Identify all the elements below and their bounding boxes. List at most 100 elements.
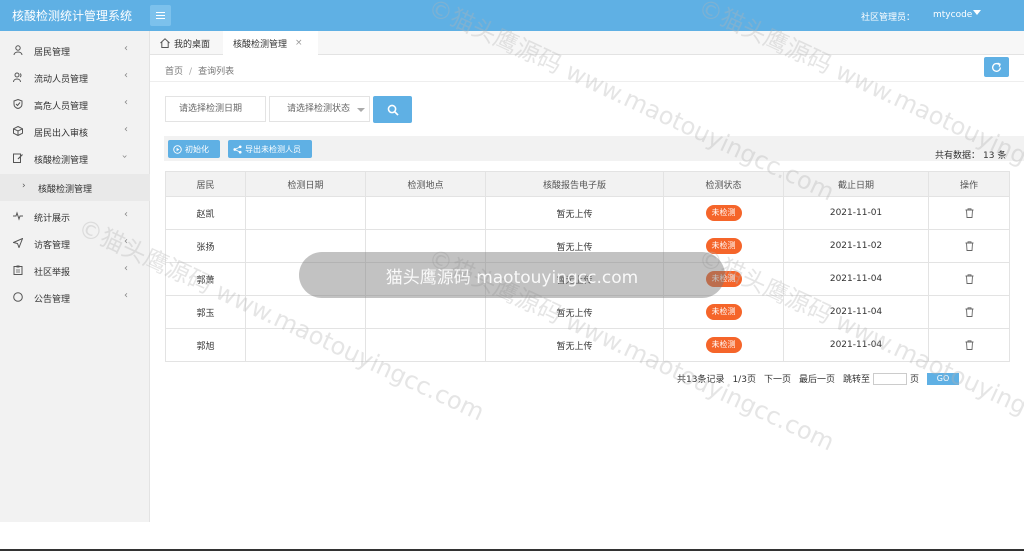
tab-home-label: 我的桌面 bbox=[174, 39, 211, 50]
test-date-input[interactable]: 请选择检测日期 bbox=[165, 96, 266, 122]
pagination: 共13条记录 1/3页 下一页 最后一页 跳转至 页 GO bbox=[677, 372, 967, 385]
chevron-left-icon: ‹ bbox=[124, 290, 128, 301]
chevron-left-icon: ‹ bbox=[124, 97, 128, 108]
trash-icon[interactable] bbox=[965, 274, 974, 284]
sidebar-item-label: 居民出入审核 bbox=[34, 129, 89, 139]
pager-last[interactable]: 最后一页 bbox=[799, 372, 835, 385]
total-label: 共有数据： bbox=[935, 151, 981, 161]
go-button[interactable]: GO bbox=[927, 372, 960, 385]
trash-icon[interactable] bbox=[965, 208, 974, 218]
sidebar-item-label: 居民管理 bbox=[34, 48, 71, 58]
sidebar-item-notices[interactable]: 公告管理 ‹ bbox=[0, 284, 150, 311]
sidebar-item-statistics[interactable]: 统计展示 ‹ bbox=[0, 203, 150, 230]
sidebar-item-residents[interactable]: 居民管理 ‹ bbox=[0, 37, 150, 64]
chevron-left-icon: ‹ bbox=[124, 263, 128, 274]
action-toolbar: 初始化 导出未检测人员 bbox=[164, 136, 1024, 161]
table-row: 赵凯 暂无上传 未检测 2021-11-01 bbox=[165, 196, 1010, 230]
cell-status: 未检测 bbox=[663, 196, 784, 230]
init-button[interactable]: 初始化 bbox=[168, 140, 220, 158]
cell-deadline: 2021-11-02 bbox=[783, 229, 929, 263]
cell-deadline: 2021-11-04 bbox=[783, 328, 929, 362]
top-bar: 核酸检测统计管理系统 社区管理员： mtycode bbox=[0, 0, 1024, 31]
cell-resident: 赵凯 bbox=[165, 196, 246, 230]
chevron-down-icon: ‹ bbox=[119, 154, 131, 159]
close-icon[interactable]: × bbox=[295, 38, 303, 48]
edit-icon bbox=[13, 153, 23, 163]
user-role-label: 社区管理员： bbox=[861, 13, 916, 23]
pager-records: 共13条记录 bbox=[677, 375, 725, 385]
pager-page-unit: 页 bbox=[910, 375, 920, 385]
tab-nucleic[interactable]: 核酸检测管理 × bbox=[223, 31, 318, 55]
sidebar-item-nucleic[interactable]: 核酸检测管理 ‹ bbox=[0, 145, 150, 172]
menu-toggle-button[interactable] bbox=[150, 5, 171, 26]
column-header: 检测地点 bbox=[365, 171, 486, 197]
cell-actions bbox=[928, 328, 1010, 362]
total-value: 13 bbox=[983, 151, 995, 161]
sidebar-item-label: 公告管理 bbox=[34, 295, 71, 305]
user-menu[interactable]: mtycode bbox=[933, 10, 972, 20]
cell-resident: 张扬 bbox=[165, 229, 246, 263]
home-icon bbox=[160, 38, 170, 48]
test-status-select[interactable]: 请选择检测状态 bbox=[269, 96, 370, 122]
tab-nucleic-label: 核酸检测管理 bbox=[233, 39, 288, 50]
tab-home[interactable]: 我的桌面 bbox=[150, 31, 222, 55]
trash-icon[interactable] bbox=[965, 241, 974, 251]
breadcrumb-separator: / bbox=[189, 67, 193, 77]
sidebar-subitem-nucleic[interactable]: › 核酸检测管理 bbox=[0, 174, 150, 201]
cell-resident: 郭玉 bbox=[165, 295, 246, 329]
share-icon bbox=[233, 144, 242, 154]
chevron-left-icon: ‹ bbox=[124, 209, 128, 220]
cell-location bbox=[365, 196, 486, 230]
cell-location bbox=[365, 328, 486, 362]
refresh-button[interactable] bbox=[984, 57, 1009, 77]
table-header-row: 居民 检测日期 检测地点 核酸报告电子版 检测状态 截止日期 操作 bbox=[165, 171, 1010, 197]
sidebar-item-label: 核酸检测管理 bbox=[34, 156, 89, 166]
cell-report: 暂无上传 bbox=[485, 328, 664, 362]
sidebar: 居民管理 ‹ 流动人员管理 ‹ 高危人员管理 ‹ 居民出入审核 ‹ 核酸检测管理… bbox=[0, 31, 150, 522]
caret-down-icon[interactable] bbox=[973, 10, 981, 15]
caret-down-icon bbox=[357, 108, 365, 112]
breadcrumb-current: 查询列表 bbox=[198, 67, 235, 77]
cell-status: 未检测 bbox=[663, 295, 784, 329]
cell-resident: 郭旭 bbox=[165, 328, 246, 362]
total-unit: 条 bbox=[997, 151, 1007, 161]
cell-actions bbox=[928, 196, 1010, 230]
sidebar-item-visitors[interactable]: 访客管理 ‹ bbox=[0, 230, 150, 257]
cell-actions bbox=[928, 295, 1010, 329]
cell-status: 未检测 bbox=[663, 328, 784, 362]
table-row: 郭玉 暂无上传 未检测 2021-11-04 bbox=[165, 295, 1010, 329]
search-button[interactable] bbox=[373, 96, 412, 123]
cell-actions bbox=[928, 229, 1010, 263]
test-status-placeholder: 请选择检测状态 bbox=[287, 104, 351, 114]
column-header: 截止日期 bbox=[783, 171, 929, 197]
chevron-left-icon: ‹ bbox=[124, 236, 128, 247]
trash-icon[interactable] bbox=[965, 340, 974, 350]
sidebar-item-label: 社区举报 bbox=[34, 268, 71, 278]
app-title: 核酸检测统计管理系统 bbox=[12, 9, 133, 23]
sidebar-item-floating[interactable]: 流动人员管理 ‹ bbox=[0, 64, 150, 91]
chevron-left-icon: ‹ bbox=[124, 70, 128, 81]
pager-page: 1/3页 bbox=[732, 375, 756, 385]
cell-deadline: 2021-11-04 bbox=[783, 295, 929, 329]
divider bbox=[150, 81, 1024, 82]
page-jump-input[interactable] bbox=[873, 372, 907, 385]
cell-report: 暂无上传 bbox=[485, 295, 664, 329]
sidebar-item-high-risk[interactable]: 高危人员管理 ‹ bbox=[0, 91, 150, 118]
sidebar-item-label: 流动人员管理 bbox=[34, 75, 89, 85]
export-button[interactable]: 导出未检测人员 bbox=[228, 140, 312, 158]
breadcrumb-home[interactable]: 首页 bbox=[165, 67, 183, 77]
sidebar-item-access[interactable]: 居民出入审核 ‹ bbox=[0, 118, 150, 145]
column-header: 操作 bbox=[928, 171, 1010, 197]
trash-icon[interactable] bbox=[965, 307, 974, 317]
chevron-left-icon: ‹ bbox=[124, 124, 128, 135]
hamburger-icon bbox=[156, 12, 165, 19]
sidebar-item-label: 访客管理 bbox=[34, 241, 71, 251]
breadcrumb: 首页 / 查询列表 bbox=[165, 64, 234, 77]
pager-jump-label: 跳转至 bbox=[842, 375, 870, 385]
cell-resident: 郭萧 bbox=[165, 262, 246, 296]
pager-next[interactable]: 下一页 bbox=[764, 372, 791, 385]
chevron-right-icon: › bbox=[22, 181, 26, 191]
status-badge: 未检测 bbox=[705, 304, 742, 320]
sidebar-item-reports[interactable]: 社区举报 ‹ bbox=[0, 257, 150, 284]
status-badge: 未检测 bbox=[705, 238, 742, 254]
